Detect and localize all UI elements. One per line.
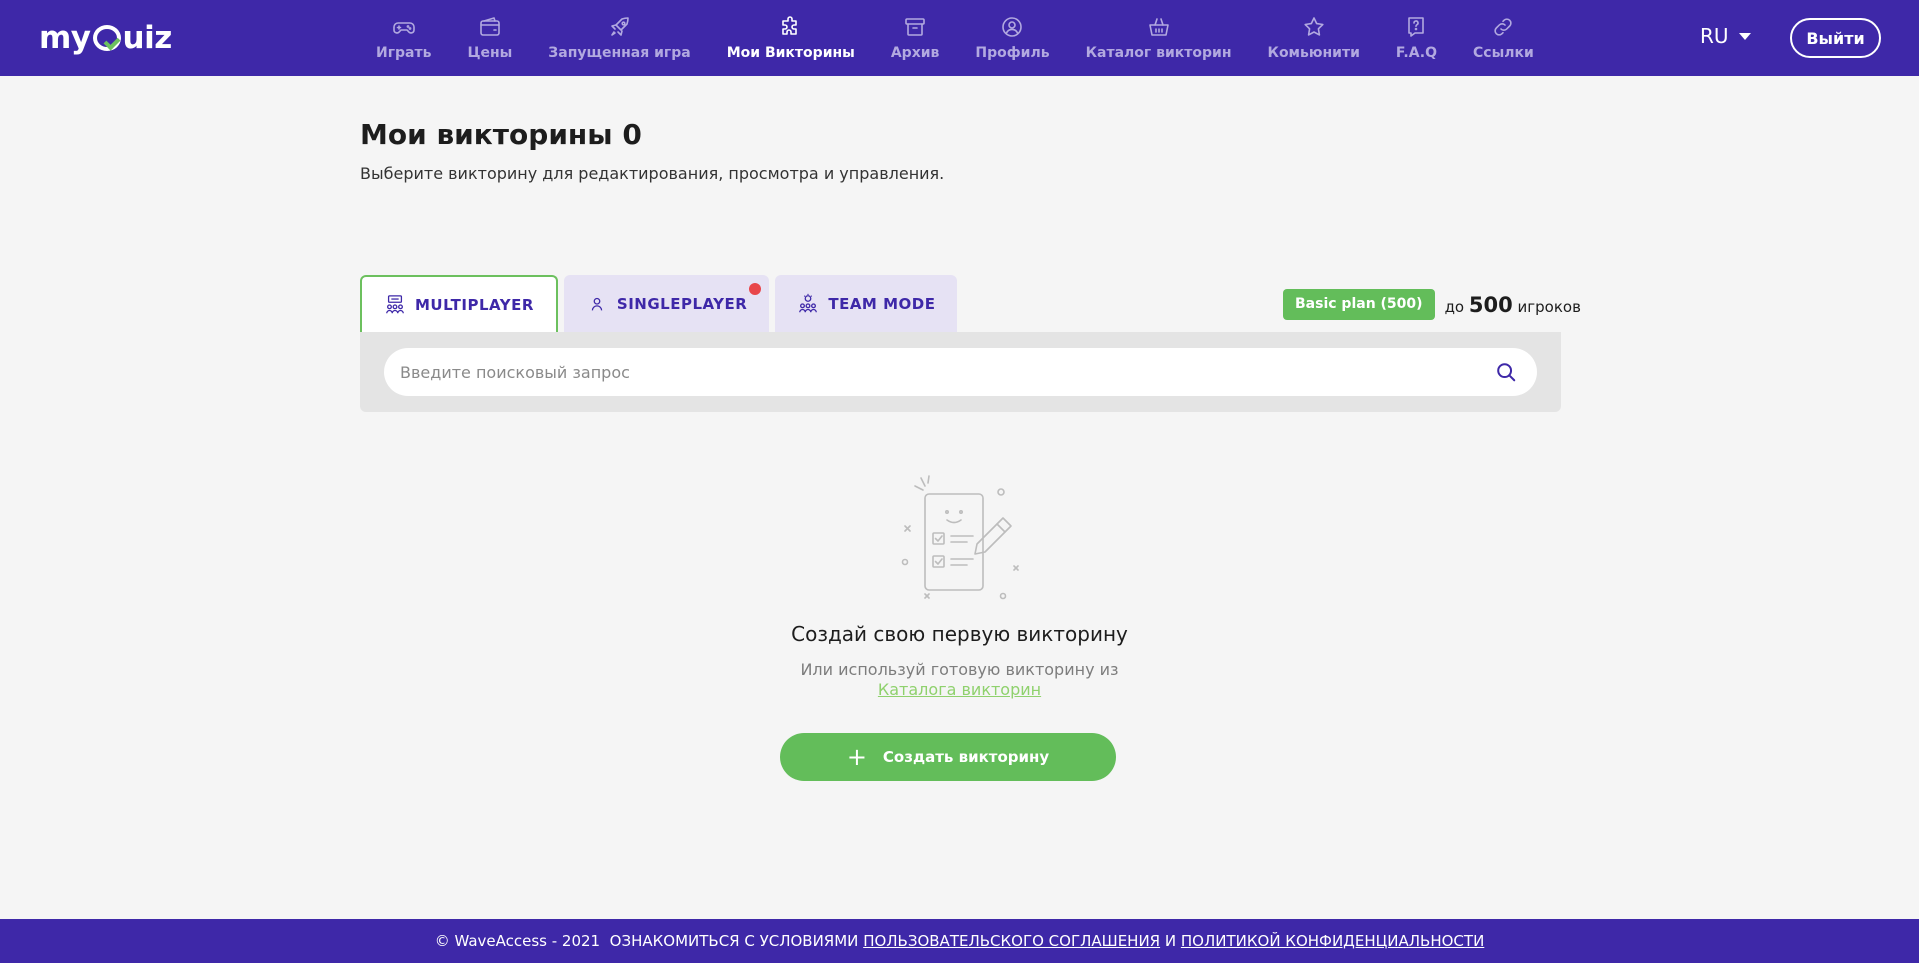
nav-label: Каталог викторин	[1085, 45, 1232, 61]
plus-icon: +	[846, 743, 867, 771]
plan-info: Basic plan (500) до 500 игроков	[1283, 289, 1581, 320]
plan-limit: до 500 игроков	[1445, 293, 1581, 317]
mode-tabs: MULTIPLAYER SINGLEPLAYER TEAM MODE	[360, 275, 963, 333]
nav-item-catalog[interactable]: Каталог викторин	[1068, 0, 1250, 76]
star-icon	[1304, 17, 1324, 36]
nav-label: Мои Викторины	[726, 45, 855, 61]
plan-suffix: игроков	[1517, 297, 1581, 316]
tab-label: TEAM MODE	[828, 294, 936, 313]
create-quiz-label: Создать викторину	[882, 748, 1050, 766]
footer-terms-prefix: ОЗНАКОМИТЬСЯ С УСЛОВИЯМИ	[609, 932, 859, 950]
archive-icon	[905, 18, 925, 36]
nav-item-profile[interactable]: Профиль	[957, 0, 1067, 76]
logout-button[interactable]: Выйти	[1790, 18, 1881, 58]
nav-item-faq[interactable]: F.A.Q	[1378, 0, 1455, 76]
nav-item-archive[interactable]: Архив	[873, 0, 958, 76]
nav-label: Цены	[467, 45, 513, 61]
empty-state-title: Создай свою первую викторину	[791, 622, 1128, 646]
page-title: Мои викторины 0	[360, 118, 642, 151]
page-subtitle: Выберите викторину для редактирования, п…	[360, 164, 945, 183]
nav-item-running-game[interactable]: Запущенная игра	[530, 0, 708, 76]
plan-count: 500	[1468, 292, 1513, 317]
empty-state-link-row: Каталога викторин	[0, 680, 1919, 699]
search-panel	[360, 332, 1561, 412]
empty-quiz-illustration	[889, 474, 1029, 600]
language-select[interactable]: RU	[1700, 24, 1751, 48]
nav-label: Играть	[376, 45, 432, 61]
logo-text-uiz: uiz	[122, 20, 173, 56]
profile-icon	[1002, 17, 1023, 37]
logo-check-icon	[92, 25, 121, 51]
tab-team-mode[interactable]: TEAM MODE	[775, 275, 958, 332]
multiplayer-icon	[386, 295, 404, 314]
user-agreement-link[interactable]: ПОЛЬЗОВАТЕЛЬСКОГО СОГЛАШЕНИЯ	[863, 932, 1160, 950]
singleplayer-icon	[591, 297, 603, 311]
clipboard-illustration-icon	[901, 475, 1019, 600]
top-header: my uiz Играть Цены Запущенная игра Мои Ви…	[0, 0, 1919, 76]
language-value: RU	[1700, 24, 1729, 48]
nav-label: Запущенная игра	[548, 45, 691, 61]
create-quiz-button[interactable]: + Создать викторину	[780, 733, 1116, 781]
footer-conjunction: И	[1164, 932, 1177, 950]
logo[interactable]: my uiz	[39, 20, 172, 56]
chevron-down-icon	[1738, 32, 1751, 40]
footer: © WaveAccess - 2021 ОЗНАКОМИТЬСЯ С УСЛОВ…	[0, 919, 1919, 963]
plan-prefix: до	[1444, 297, 1465, 316]
tab-multiplayer[interactable]: MULTIPLAYER	[360, 275, 558, 333]
catalog-link[interactable]: Каталога викторин	[878, 680, 1041, 699]
search-box	[384, 348, 1537, 396]
link-icon	[1494, 18, 1513, 36]
nav-label: Архив	[890, 45, 940, 61]
privacy-policy-link[interactable]: ПОЛИТИКОЙ КОНФИДЕНЦИАЛЬНОСТИ	[1181, 932, 1484, 950]
logo-text-my: my	[39, 20, 91, 56]
nav-item-play[interactable]: Играть	[358, 0, 449, 76]
empty-state-subtitle: Или используй готовую викторину из	[800, 660, 1119, 679]
rocket-icon	[610, 17, 629, 36]
puzzle-icon	[781, 16, 797, 35]
nav-label: F.A.Q	[1395, 45, 1438, 61]
nav-item-my-quizzes[interactable]: Мои Викторины	[709, 0, 873, 76]
search-icon[interactable]	[1495, 361, 1517, 383]
tab-label: MULTIPLAYER	[415, 296, 534, 314]
nav-item-community[interactable]: Комьюнити	[1250, 0, 1378, 76]
plan-badge[interactable]: Basic plan (500)	[1283, 289, 1435, 320]
help-icon	[1408, 17, 1425, 37]
wallet-icon	[480, 17, 500, 36]
footer-copyright: © WaveAccess - 2021	[434, 932, 601, 950]
nav-label: Профиль	[975, 45, 1050, 61]
tab-singleplayer[interactable]: SINGLEPLAYER	[563, 275, 770, 332]
nav-item-prices[interactable]: Цены	[449, 0, 530, 76]
tab-label: SINGLEPLAYER	[616, 294, 748, 313]
nav-label: Комьюнити	[1267, 45, 1360, 61]
main-nav: Играть Цены Запущенная игра Мои Викторин…	[358, 0, 1552, 76]
basket-icon	[1148, 18, 1169, 36]
nav-item-links[interactable]: Ссылки	[1455, 0, 1552, 76]
gamepad-icon	[392, 22, 415, 34]
search-input[interactable]	[400, 348, 1480, 396]
notification-dot	[749, 283, 762, 295]
nav-label: Ссылки	[1473, 45, 1534, 61]
team-icon	[799, 293, 818, 312]
